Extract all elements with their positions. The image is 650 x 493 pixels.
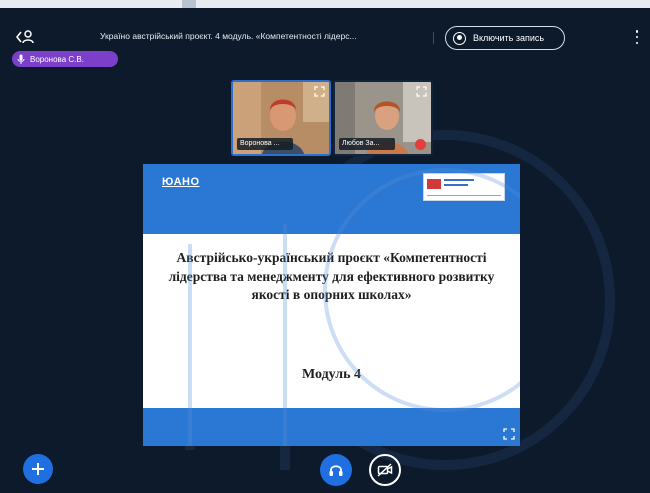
slide-footer: [143, 408, 520, 446]
muted-mic-icon: [415, 139, 426, 150]
partner-logo-icon: [423, 173, 505, 201]
webcam-user-name: Любов За...: [339, 138, 395, 150]
webcam-tile-voronova[interactable]: Воронова ...: [231, 80, 331, 156]
browser-top-strip: [0, 0, 650, 8]
kebab-dot: [635, 35, 639, 39]
fullscreen-icon[interactable]: [416, 86, 427, 97]
talker-name: Воронова С.В.: [30, 54, 84, 64]
partner-logo-line: [444, 184, 468, 186]
slide-title: Австрійсько-український проєкт «Компетен…: [168, 250, 495, 302]
actions-button[interactable]: [23, 454, 53, 484]
meeting-title: Україно австрійський проєкт. 4 модуль. «…: [100, 31, 357, 41]
top-bar: Україно австрійський проєкт. 4 модуль. «…: [0, 8, 650, 50]
camera-off-icon: [377, 463, 393, 477]
users-icon[interactable]: [15, 29, 35, 45]
partner-logo-mark: [427, 179, 441, 189]
partner-logo-line: [444, 179, 474, 181]
webcam-tile-lyubov[interactable]: Любов За...: [333, 80, 433, 156]
record-icon: [453, 31, 466, 45]
start-recording-button[interactable]: Включить запись: [445, 26, 565, 50]
webcam-user-name: Воронова ...: [237, 138, 293, 150]
fullscreen-icon[interactable]: [314, 86, 325, 97]
audio-button[interactable]: [320, 454, 352, 486]
slide-body: Австрійсько-український проєкт «Компетен…: [143, 234, 520, 408]
fullscreen-icon[interactable]: [503, 428, 515, 440]
kebab-dot: [635, 41, 639, 44]
talking-indicator: Воронова С.В.: [12, 51, 118, 67]
microphone-icon: [17, 54, 25, 64]
slide-module: Модуль 4: [301, 367, 362, 382]
presentation-slide[interactable]: ЮАНО Австрійсько-український проєкт «Ком…: [143, 164, 520, 446]
slide-logo: ЮАНО: [162, 176, 200, 188]
partner-logo-rule: [427, 195, 501, 196]
kebab-icon[interactable]: [634, 30, 640, 44]
record-label: Включить запись: [473, 33, 545, 43]
kebab-dot: [635, 30, 639, 33]
video-button[interactable]: [369, 454, 401, 486]
slide-header: ЮАНО: [143, 164, 520, 234]
browser-tab-indicator: [182, 0, 196, 8]
plus-icon: [32, 463, 44, 475]
title-separator: [433, 32, 434, 44]
headphones-icon: [329, 465, 343, 476]
